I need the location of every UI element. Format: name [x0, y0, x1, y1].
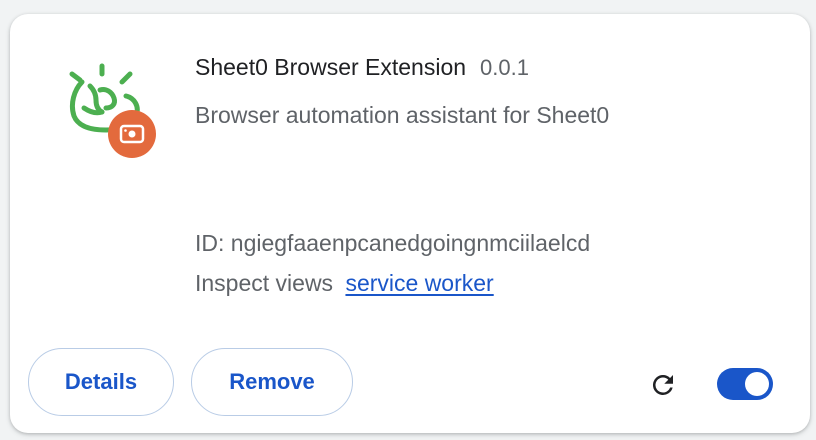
toggle-knob	[745, 372, 769, 396]
reload-icon[interactable]	[646, 368, 680, 402]
inspect-views-label: Inspect views	[195, 270, 334, 296]
details-button[interactable]: Details	[28, 348, 174, 416]
extension-logo-icon	[60, 60, 170, 170]
extension-title-row: Sheet0 Browser Extension 0.0.1	[195, 54, 529, 81]
extension-card: Sheet0 Browser Extension 0.0.1 Browser a…	[10, 14, 810, 433]
extension-description: Browser automation assistant for Sheet0	[195, 102, 610, 128]
extension-name: Sheet0 Browser Extension	[195, 54, 467, 80]
extension-version: 0.0.1	[480, 55, 529, 80]
enable-toggle[interactable]	[717, 368, 773, 400]
service-worker-link[interactable]: service worker	[345, 270, 493, 296]
inspect-views-row: Inspect views service worker	[195, 270, 494, 297]
camera-badge-icon	[108, 110, 156, 158]
extension-id: ID: ngiegfaaenpcanedgoingnmciilaelcd	[195, 230, 591, 256]
remove-button[interactable]: Remove	[191, 348, 353, 416]
